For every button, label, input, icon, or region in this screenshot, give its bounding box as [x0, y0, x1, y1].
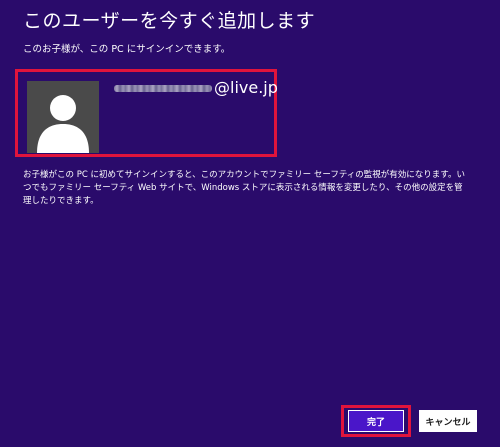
blurred-username	[114, 84, 212, 92]
page-subtitle: このお子様が、この PC にサインインできます。	[23, 44, 231, 55]
cancel-button[interactable]: キャンセル	[419, 410, 477, 432]
account-email: @live.jp	[114, 78, 278, 98]
user-silhouette-icon	[27, 81, 99, 153]
finish-button[interactable]: 完了	[348, 410, 404, 432]
user-account-card: @live.jp	[15, 69, 278, 157]
page-title: このユーザーを今すぐ追加します	[23, 10, 316, 32]
family-safety-info: お子様がこの PC に初めてサインインすると、このアカウントでファミリー セーフ…	[23, 170, 465, 206]
email-domain: @live.jp	[214, 78, 278, 97]
